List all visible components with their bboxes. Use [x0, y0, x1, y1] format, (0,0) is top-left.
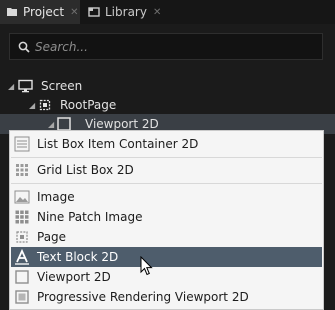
mouse-cursor-icon	[140, 256, 153, 276]
nine-patch-icon	[15, 210, 29, 224]
tree-item-label: RootPage	[60, 98, 117, 112]
menu-item-page[interactable]: Page	[11, 227, 322, 247]
list-box-item-icon	[14, 136, 30, 152]
tree-item-screen[interactable]: ◢ Screen	[8, 76, 82, 96]
viewport-icon	[57, 117, 71, 131]
menu-separator	[11, 183, 322, 184]
tab-project-label: Project	[23, 5, 65, 19]
viewport-icon	[15, 270, 29, 284]
tab-library-label: Library	[105, 5, 147, 19]
tree-item-label: Screen	[41, 79, 83, 93]
expand-arrow-icon[interactable]: ◢	[48, 120, 57, 129]
menu-item-label: Viewport 2D	[37, 270, 111, 284]
expand-arrow-icon[interactable]: ◢	[8, 82, 17, 91]
library-icon	[88, 7, 100, 17]
progressive-viewport-icon	[15, 290, 29, 304]
menu-item-image[interactable]: Image	[11, 187, 322, 207]
menu-item-list-box-item-container[interactable]: List Box Item Container 2D	[11, 134, 322, 154]
add-node-context-menu: List Box Item Container 2D Grid List Box…	[9, 130, 324, 310]
menu-item-label: Page	[37, 230, 67, 244]
page-icon	[16, 231, 28, 243]
grid-list-box-icon	[16, 164, 28, 176]
menu-item-label: List Box Item Container 2D	[37, 137, 199, 151]
page-icon	[39, 99, 51, 111]
menu-separator	[11, 157, 322, 158]
menu-item-label: Text Block 2D	[37, 250, 119, 264]
expand-arrow-icon[interactable]: ◢	[29, 101, 38, 110]
tree-item-rootpage[interactable]: ◢ RootPage	[29, 95, 116, 115]
menu-item-label: Grid List Box 2D	[37, 163, 134, 177]
menu-item-viewport[interactable]: Viewport 2D	[11, 267, 322, 287]
tree-item-label: Viewport 2D	[85, 117, 159, 131]
close-icon[interactable]: ✕	[70, 7, 78, 18]
menu-item-label: Image	[37, 190, 75, 204]
tab-project[interactable]: Project ✕	[0, 0, 80, 24]
search-box[interactable]	[9, 33, 323, 60]
folder-icon	[7, 8, 17, 16]
image-icon	[14, 190, 30, 204]
menu-item-progressive-rendering-viewport[interactable]: Progressive Rendering Viewport 2D	[11, 287, 322, 307]
menu-item-text-block[interactable]: Text Block 2D	[11, 247, 322, 267]
menu-item-nine-patch-image[interactable]: Nine Patch Image	[11, 207, 322, 227]
panel-tab-bar: Project ✕ Library ✕	[0, 0, 335, 24]
search-input[interactable]	[35, 38, 315, 56]
screen-icon	[18, 79, 33, 93]
text-block-icon	[15, 249, 29, 265]
close-icon[interactable]: ✕	[153, 7, 161, 18]
menu-item-label: Progressive Rendering Viewport 2D	[37, 290, 249, 304]
search-icon	[18, 41, 30, 53]
tab-library[interactable]: Library ✕	[82, 0, 168, 24]
menu-item-grid-list-box[interactable]: Grid List Box 2D	[11, 160, 322, 180]
menu-item-label: Nine Patch Image	[37, 210, 143, 224]
